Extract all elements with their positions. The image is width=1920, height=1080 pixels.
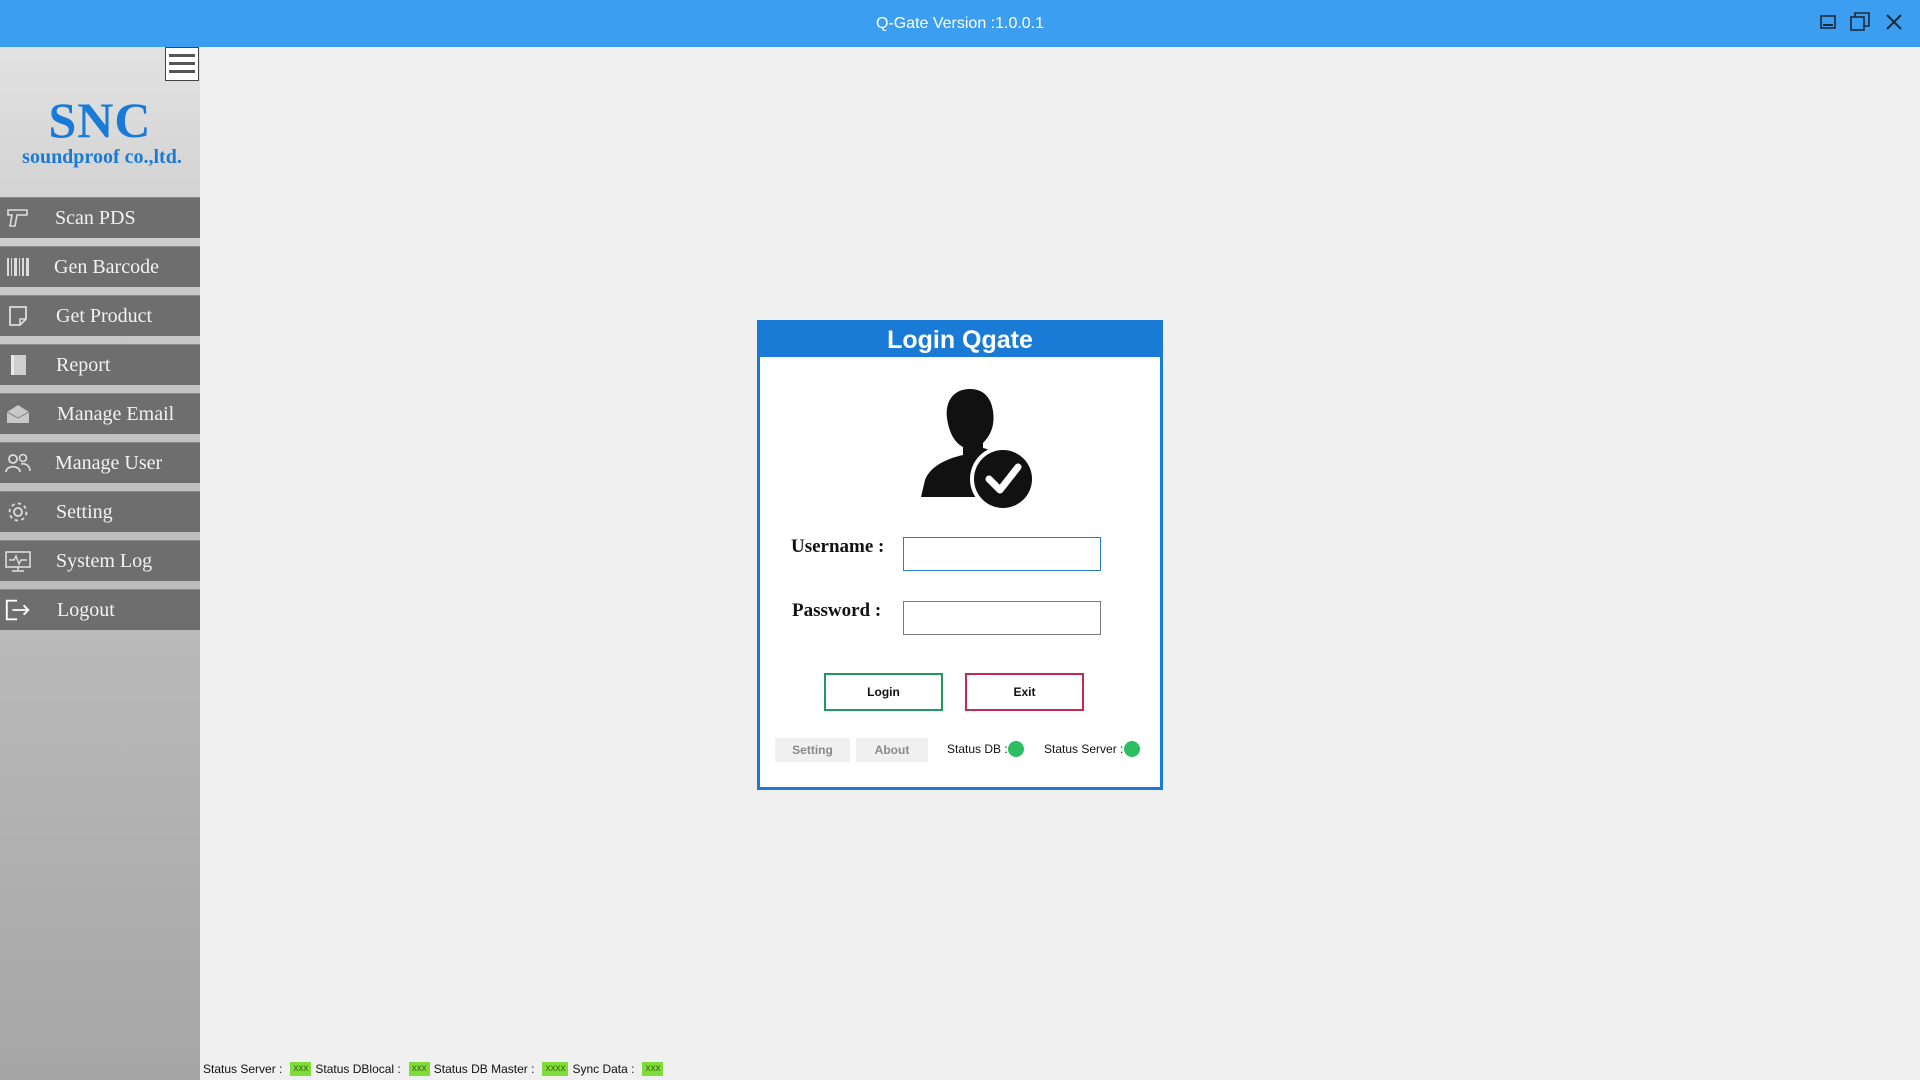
sidebar-item-logout[interactable]: Logout: [0, 589, 200, 630]
company-logo: SNC soundproof co.,ltd.: [0, 95, 200, 169]
status-server-value: xxx: [290, 1062, 312, 1076]
sidebar-item-system-log[interactable]: System Log: [0, 540, 200, 581]
logo-text: SNC: [48, 92, 152, 148]
document-icon: [4, 304, 32, 328]
status-server-indicator: [1124, 741, 1140, 757]
logout-icon: [4, 598, 32, 622]
gear-icon: [4, 500, 32, 524]
title-bar: Q-Gate Version :1.0.0.1: [0, 0, 1920, 47]
status-dblocal-label: Status DBlocal :: [315, 1062, 401, 1076]
barcode-scanner-icon: [4, 206, 32, 230]
sidebar-item-manage-user[interactable]: Manage User: [0, 442, 200, 483]
sidebar-item-setting[interactable]: Setting: [0, 491, 200, 532]
sidebar-item-gen-barcode[interactable]: Gen Barcode: [0, 246, 200, 287]
sidebar-item-label: Gen Barcode: [54, 256, 159, 278]
status-dbmaster-value: xxxx: [542, 1062, 569, 1076]
sidebar-item-scan-pds[interactable]: Scan PDS: [0, 197, 200, 238]
username-label: Username :: [791, 536, 885, 557]
logo-subtext: soundproof co.,ltd.: [22, 146, 182, 168]
user-check-icon: [905, 385, 1040, 515]
sidebar-item-label: Get Product: [56, 305, 153, 327]
monitor-icon: [4, 549, 32, 573]
username-input[interactable]: [903, 537, 1101, 571]
sidebar-menu: Scan PDS Gen Barcode Get Product Report …: [0, 197, 200, 638]
sidebar-item-report[interactable]: Report: [0, 344, 200, 385]
sync-data-label: Sync Data :: [572, 1062, 635, 1076]
status-bar: Status Server : xxx Status DBlocal : xxx…: [203, 1061, 667, 1077]
report-icon: [4, 353, 32, 377]
sidebar-item-get-product[interactable]: Get Product: [0, 295, 200, 336]
sidebar-item-label: Report: [56, 354, 111, 376]
status-db-label: Status DB :: [947, 742, 1008, 756]
status-server-label: Status Server :: [1044, 742, 1124, 756]
sidebar-item-manage-email[interactable]: Manage Email: [0, 393, 200, 434]
email-icon: [4, 402, 32, 426]
restore-icon[interactable]: [1848, 10, 1872, 34]
sidebar-item-label: Manage User: [55, 452, 163, 474]
status-server-label: Status Server :: [203, 1062, 283, 1076]
sidebar-item-label: Logout: [57, 599, 115, 621]
password-label: Password :: [792, 600, 882, 621]
users-icon: [4, 451, 32, 475]
exit-button[interactable]: Exit: [965, 673, 1084, 711]
sync-data-value: xxx: [642, 1062, 664, 1076]
sidebar: SNC soundproof co.,ltd. Scan PDS Gen Bar…: [0, 47, 200, 1080]
dialog-title: Login Qgate: [760, 323, 1160, 357]
login-button[interactable]: Login: [824, 673, 943, 711]
barcode-icon: [4, 255, 32, 279]
window-title: Q-Gate Version :1.0.0.1: [875, 15, 1045, 32]
password-input[interactable]: [903, 601, 1101, 635]
sidebar-item-label: Manage Email: [57, 403, 175, 425]
tab-about[interactable]: About: [856, 738, 928, 762]
hamburger-menu-icon[interactable]: [165, 47, 199, 81]
sidebar-item-label: System Log: [56, 550, 153, 572]
tab-setting[interactable]: Setting: [775, 738, 850, 762]
status-dbmaster-label: Status DB Master :: [433, 1062, 535, 1076]
sidebar-item-label: Scan PDS: [55, 207, 136, 229]
sidebar-item-label: Setting: [56, 501, 113, 523]
close-icon[interactable]: [1882, 10, 1906, 34]
minimize-icon[interactable]: [1816, 10, 1840, 34]
status-db-indicator: [1008, 741, 1024, 757]
status-dblocal-value: xxx: [408, 1062, 430, 1076]
login-dialog: Login Qgate Username : Password : Login …: [757, 320, 1163, 790]
